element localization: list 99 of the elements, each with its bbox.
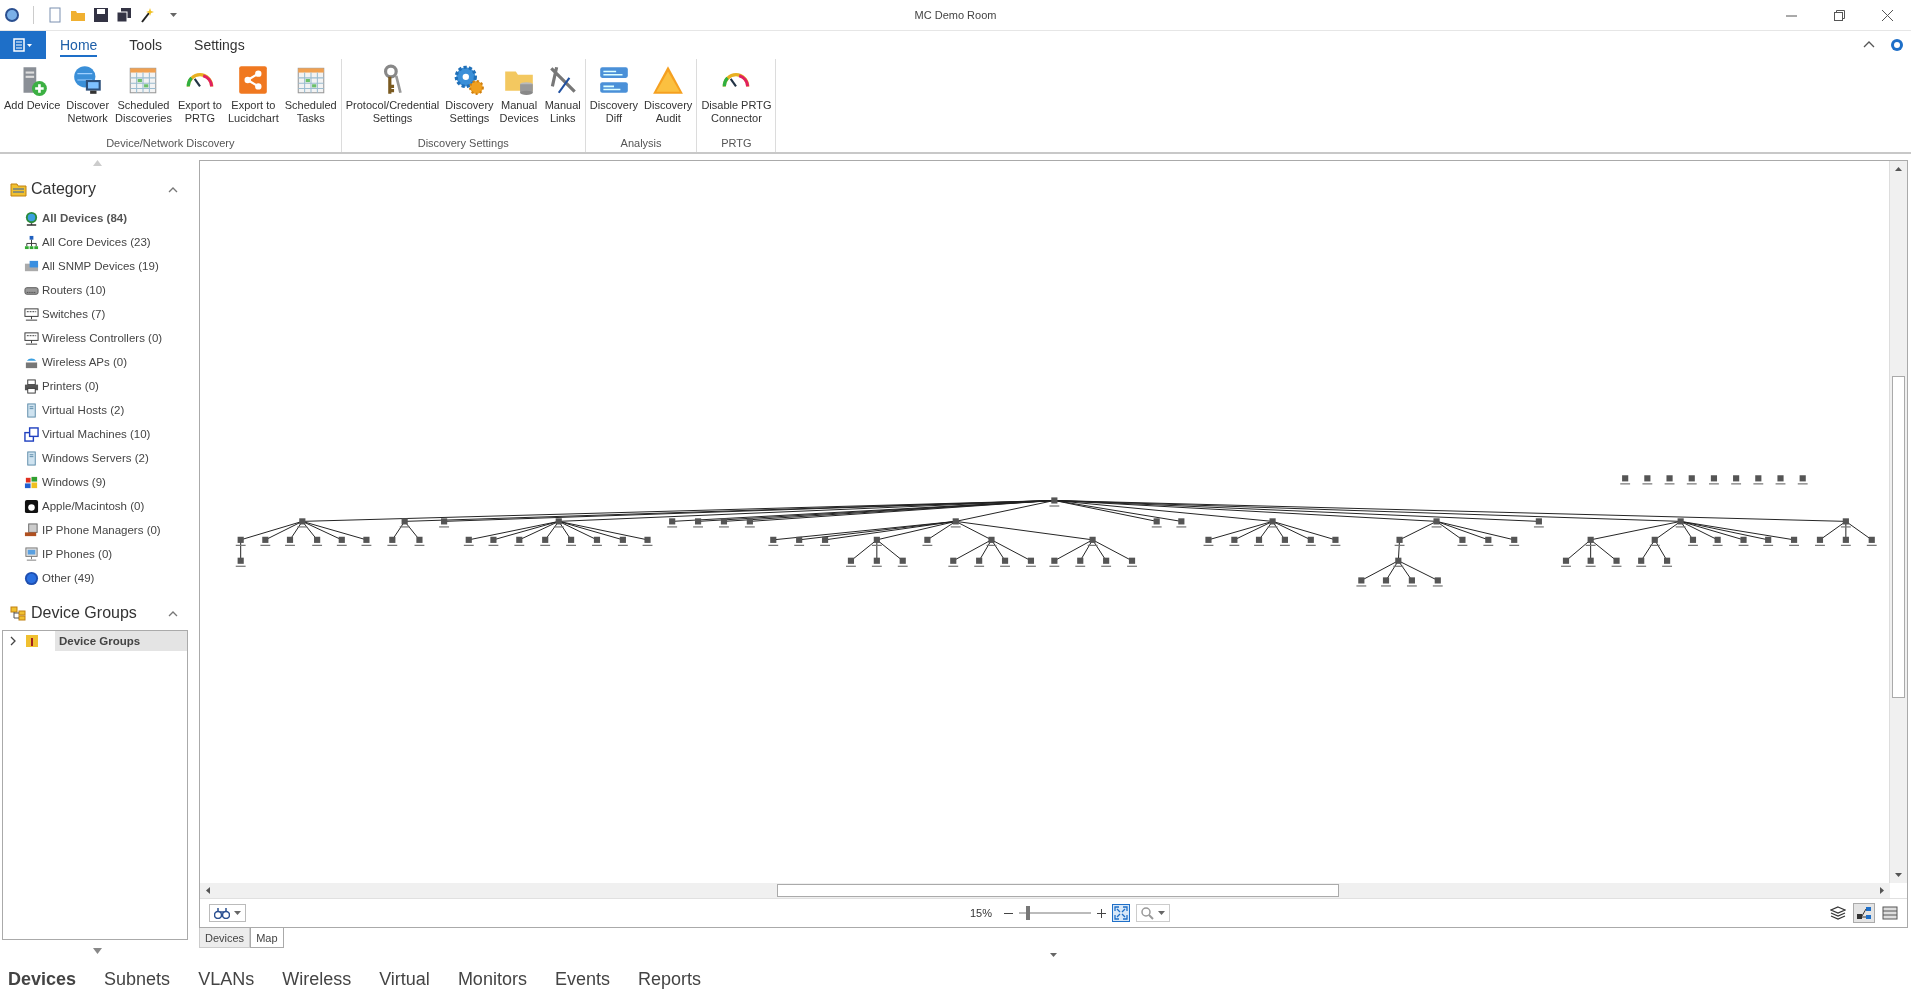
caret-icon[interactable] [170, 13, 177, 17]
category-item[interactable]: Switches (7) [24, 302, 192, 326]
save-all-icon[interactable] [116, 7, 132, 23]
wand-icon[interactable] [139, 7, 155, 23]
ribbon-button[interactable]: Discovery Settings [442, 59, 497, 137]
switch-icon [24, 330, 39, 346]
tree-item[interactable]: Device Groups [55, 631, 187, 651]
category-item[interactable]: All SNMP Devices (19) [24, 254, 192, 278]
scroll-right-icon[interactable] [1877, 886, 1886, 895]
fit-to-screen-button[interactable] [1112, 904, 1131, 922]
scroll-down-icon[interactable] [1894, 870, 1903, 879]
globe-icon[interactable] [4, 7, 20, 23]
category-item[interactable]: Wireless Controllers (0) [24, 326, 192, 350]
ribbon-button[interactable]: Discovery Audit [641, 59, 696, 137]
caret-icon[interactable] [1050, 953, 1057, 957]
category-item[interactable]: Other (49) [24, 566, 192, 590]
app-menu-button[interactable] [0, 31, 46, 59]
ribbon-button[interactable]: Discovery Diff [586, 59, 642, 137]
close-icon [1881, 9, 1893, 21]
ribbon-button[interactable]: Protocol/Credential Settings [342, 59, 443, 137]
category-item[interactable]: IP Phone Managers (0) [24, 518, 192, 542]
category-item[interactable]: Virtual Machines (10) [24, 422, 192, 446]
save-icon[interactable] [93, 7, 109, 23]
binoculars-icon [214, 907, 230, 919]
nav-tab[interactable]: VLANs [198, 968, 265, 990]
nav-tab[interactable]: Virtual [379, 968, 440, 990]
window-title: MC Demo Room [914, 9, 997, 21]
map-view-button[interactable] [1853, 903, 1875, 923]
folder-icon [10, 181, 27, 197]
scroll-down-icon[interactable] [92, 948, 102, 954]
scroll-up-icon[interactable] [1894, 165, 1903, 174]
section-title: Device Groups [31, 604, 137, 622]
ribbon-button[interactable]: Manual Links [541, 59, 584, 137]
group-label: PRTG [721, 137, 752, 149]
caret-icon [1158, 911, 1166, 915]
group-label: Discovery Settings [417, 137, 509, 149]
nav-tab[interactable]: Reports [637, 968, 711, 990]
ribbon-button[interactable]: Export to PRTG [174, 59, 225, 137]
device-icon [24, 258, 39, 274]
slider-thumb[interactable] [1025, 906, 1030, 920]
view-tab[interactable]: Devices [199, 928, 251, 948]
category-item[interactable]: IP Phones (0) [24, 542, 192, 566]
scrollbar-thumb[interactable] [1892, 376, 1905, 698]
ribbon-tab[interactable]: Home [46, 31, 112, 59]
chevron-icon[interactable] [9, 636, 17, 646]
collapse-icon[interactable] [168, 609, 178, 617]
zoom-level: 15% [970, 907, 993, 919]
ribbon-tab[interactable]: Tools [115, 31, 177, 59]
nav-tab[interactable]: Monitors [457, 968, 537, 990]
monitor-icon [24, 546, 39, 562]
search-icon [1141, 906, 1155, 920]
zoom-in-icon[interactable] [1097, 908, 1107, 918]
windows-stack-icon [24, 426, 39, 442]
globe-icon [24, 210, 39, 226]
tree-icon [10, 605, 27, 621]
ribbon-button[interactable]: Scheduled Tasks [281, 59, 340, 137]
ribbon-button[interactable]: Discover Network [63, 59, 113, 137]
zoom-dropdown[interactable] [1136, 904, 1171, 922]
category-item[interactable]: Routers (10) [24, 278, 192, 302]
group-label: Analysis [620, 137, 662, 149]
view-tab[interactable]: Map [250, 928, 284, 948]
apple-icon [24, 498, 39, 514]
group-label: Device/Network Discovery [106, 137, 235, 149]
caret-icon [234, 911, 241, 915]
ribbon-button[interactable]: Scheduled Discoveries [112, 59, 175, 137]
windows-logo-icon [24, 474, 39, 490]
category-item[interactable]: Printers (0) [24, 374, 192, 398]
ribbon-tab[interactable]: Settings [180, 31, 259, 59]
category-item[interactable]: Wireless APs (0) [24, 350, 192, 374]
list-view-button[interactable] [1879, 903, 1901, 923]
printer-icon [24, 378, 39, 394]
category-item[interactable]: Virtual Hosts (2) [24, 398, 192, 422]
ribbon-button[interactable]: Manual Devices [496, 59, 542, 137]
folder-icon [25, 634, 39, 648]
nav-tab[interactable]: Devices [8, 968, 87, 990]
category-item[interactable]: All Core Devices (23) [24, 230, 192, 254]
network-tree-icon [24, 234, 39, 250]
nav-tab[interactable]: Wireless [282, 968, 362, 990]
category-item[interactable]: Windows (9) [24, 470, 192, 494]
ribbon-button[interactable]: Export to Lucidchart [224, 59, 282, 137]
collapse-icon[interactable] [168, 185, 178, 193]
category-item[interactable]: All Devices (84) [24, 206, 192, 230]
section-title: Category [31, 180, 96, 198]
server-icon [24, 402, 39, 418]
switch-icon [24, 306, 39, 322]
find-dropdown[interactable] [209, 904, 246, 922]
category-item[interactable]: Apple/Macintosh (0) [24, 494, 192, 518]
scrollbar-thumb[interactable] [777, 884, 1339, 897]
ribbon-button[interactable]: Add Device [1, 59, 64, 137]
ribbon-button[interactable]: Disable PRTG Connector [698, 59, 775, 137]
nav-tab[interactable]: Events [554, 968, 620, 990]
server-icon [24, 450, 39, 466]
nav-tab[interactable]: Subnets [104, 968, 181, 990]
restore-icon [1833, 9, 1845, 21]
phone-manager-icon [24, 522, 39, 538]
document-icon [12, 38, 34, 52]
scroll-left-icon[interactable] [204, 886, 213, 895]
gears-icon [452, 63, 487, 97]
category-item[interactable]: Windows Servers (2) [24, 446, 192, 470]
